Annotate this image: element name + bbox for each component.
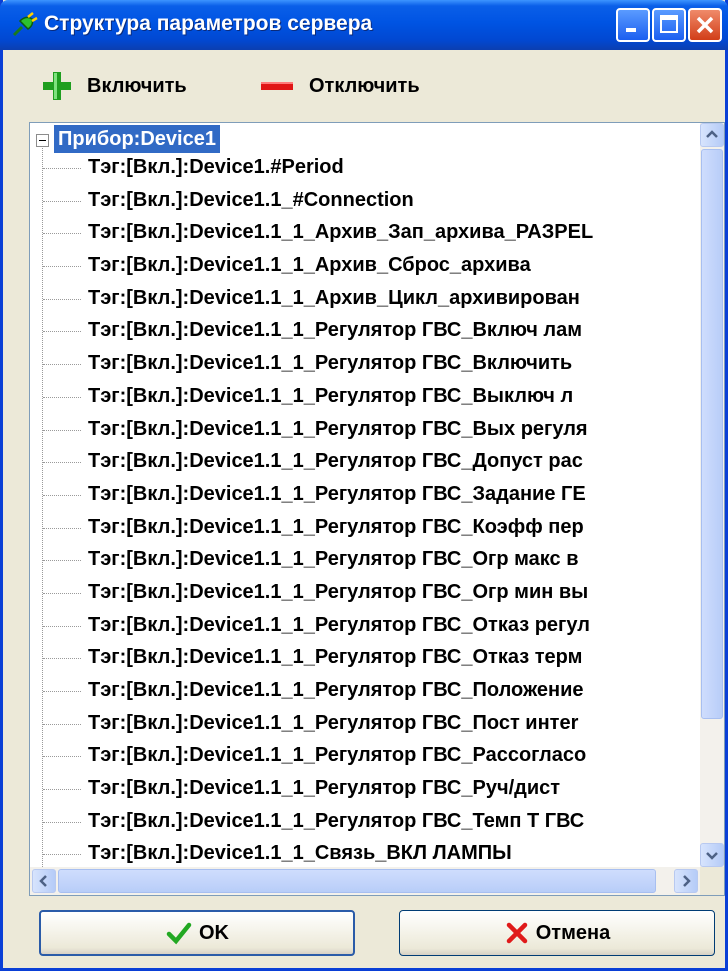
disable-label: Отключить <box>309 74 420 97</box>
tree-item-label: Тэг:[Вкл.]:Device1.1_#Connection <box>88 188 414 211</box>
minimize-icon <box>626 28 636 32</box>
tree-item-label: Тэг:[Вкл.]:Device1.1_1_Связь_ВКЛ ЛАМПЫ <box>88 842 512 865</box>
chevron-down-icon <box>706 852 718 860</box>
tree-branch-line <box>43 625 81 627</box>
chevron-up-icon <box>706 130 718 138</box>
chevron-right-icon <box>683 875 691 887</box>
tree-item-label: Тэг:[Вкл.]:Device1.1_1_Регулятор ГВС_Вкл… <box>88 319 583 342</box>
checkmark-icon <box>166 922 192 945</box>
tree-branch-line <box>43 168 81 169</box>
scrollbar-corner <box>700 867 724 895</box>
toolbar: Включить Отключить <box>3 50 725 122</box>
ok-label: OK <box>199 921 229 944</box>
tree-branch-line <box>43 560 81 562</box>
parameter-tree[interactable]: Прибор:Device1 Тэг:[Вкл.]:Device1.#Perio… <box>29 122 725 896</box>
cross-icon <box>506 922 527 944</box>
title-bar[interactable]: Структура параметров сервера <box>0 0 728 50</box>
tree-branch-line <box>43 592 81 594</box>
disable-button[interactable]: Отключить <box>259 68 420 104</box>
ok-button[interactable]: OK <box>39 910 355 956</box>
tree-branch-line <box>43 396 81 398</box>
tree-item-label: Тэг:[Вкл.]:Device1.1_1_Регулятор ГВС_Огр… <box>88 580 589 603</box>
vertical-scroll-thumb[interactable] <box>701 149 723 719</box>
tree-item-label: Тэг:[Вкл.]:Device1.1_1_Регулятор ГВС_Огр… <box>88 548 579 571</box>
tree-item-label: Тэг:[Вкл.]:Device1.1_1_Архив_Зап_архива_… <box>88 221 594 244</box>
tree-branch-line <box>43 233 81 235</box>
tree-line <box>42 145 43 867</box>
tree-branch-line <box>43 658 81 660</box>
dialog-window: Структура параметров сервера Включить От… <box>0 0 728 971</box>
tree-item-label: Тэг:[Вкл.]:Device1.1_1_Регулятор ГВС_Пос… <box>88 711 579 734</box>
chevron-left-icon <box>39 875 47 887</box>
tree-branch-line <box>43 494 81 496</box>
tree-item-label: Тэг:[Вкл.]:Device1.1_1_Регулятор ГВС_Вых… <box>88 417 588 440</box>
scroll-up-button[interactable] <box>700 123 724 147</box>
tree-branch-line <box>43 364 81 366</box>
tree-branch-line <box>43 756 81 758</box>
enable-button[interactable]: Включить <box>41 68 187 104</box>
tree-item-label: Тэг:[Вкл.]:Device1.1_1_Регулятор ГВС_Вкл… <box>88 352 573 375</box>
tree-root-label[interactable]: Прибор:Device1 <box>54 125 220 153</box>
tree-branch-line <box>43 821 81 823</box>
scroll-left-button[interactable] <box>32 869 56 893</box>
tree-branch-line <box>43 527 81 529</box>
horizontal-scrollbar[interactable] <box>30 867 700 895</box>
maximize-icon <box>660 15 678 33</box>
tree-branch-line <box>43 691 81 692</box>
plus-icon <box>43 72 71 100</box>
scroll-right-button[interactable] <box>674 869 698 893</box>
scroll-down-button[interactable] <box>700 843 724 867</box>
tree-item-label: Тэг:[Вкл.]:Device1.1_1_Регулятор ГВС_Доп… <box>88 450 583 473</box>
tree-branch-line <box>43 331 81 333</box>
vertical-scrollbar[interactable] <box>700 123 724 867</box>
horizontal-scroll-thumb[interactable] <box>58 869 656 893</box>
minimize-button[interactable] <box>616 8 650 42</box>
tree-item-label: Тэг:[Вкл.]:Device1.#Period <box>88 156 344 178</box>
tree-branch-line <box>43 723 81 725</box>
tree-branch-line <box>43 298 81 300</box>
tree-item-label: Тэг:[Вкл.]:Device1.1_1_Регулятор ГВС_Тем… <box>88 809 585 832</box>
cancel-label: Отмена <box>535 921 611 944</box>
tree-item-label: Тэг:[Вкл.]:Device1.1_1_Регулятор ГВС_Зад… <box>88 482 586 505</box>
tree-item-label: Тэг:[Вкл.]:Device1.1_1_Регулятор ГВС_Вык… <box>88 384 574 407</box>
tree-item-label: Тэг:[Вкл.]:Device1.1_1_Архив_Сброс_архив… <box>88 254 531 277</box>
tree-item-label: Тэг:[Вкл.]:Device1.1_1_Регулятор ГВС_Руч… <box>88 777 561 800</box>
collapse-icon[interactable] <box>36 134 49 147</box>
tree-branch-line <box>43 462 81 464</box>
minus-icon <box>261 82 293 90</box>
window-title: Структура параметров сервера <box>44 12 373 35</box>
tree-item-label: Тэг:[Вкл.]:Device1.1_1_Архив_Цикл_архиви… <box>88 286 580 309</box>
tree-viewport: Прибор:Device1 Тэг:[Вкл.]:Device1.#Perio… <box>30 123 700 867</box>
maximize-button[interactable] <box>652 8 686 42</box>
cancel-button[interactable]: Отмена <box>399 910 715 956</box>
plug-icon <box>12 12 38 37</box>
tree-item-label: Тэг:[Вкл.]:Device1.1_1_Регулятор ГВС_Отк… <box>88 613 590 636</box>
tree-branch-line <box>43 200 81 202</box>
close-icon <box>696 16 714 34</box>
tree-branch-line <box>43 429 81 431</box>
tree-branch-line <box>43 266 81 268</box>
tree-item-label: Тэг:[Вкл.]:Device1.1_1_Регулятор ГВС_Рас… <box>88 744 587 767</box>
tree-item-label: Тэг:[Вкл.]:Device1.1_1_Регулятор ГВС_Отк… <box>88 646 583 669</box>
tree-branch-line <box>43 854 81 856</box>
tree-branch-line <box>43 789 81 791</box>
enable-label: Включить <box>87 74 187 97</box>
close-button[interactable] <box>688 8 722 42</box>
tree-item-label: Тэг:[Вкл.]:Device1.1_1_Регулятор ГВС_Коэ… <box>88 515 584 538</box>
tree-item-label: Тэг:[Вкл.]:Device1.1_1_Регулятор ГВС_Пол… <box>88 679 584 701</box>
